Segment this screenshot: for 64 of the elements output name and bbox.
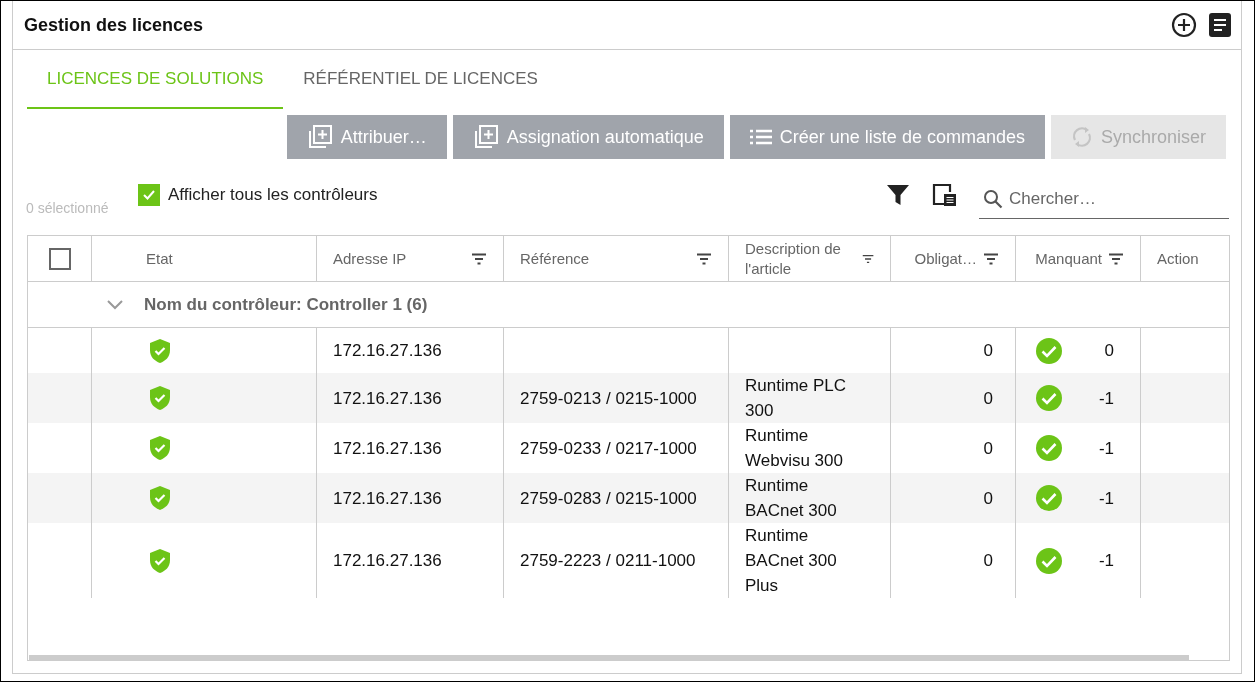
filter-lines-icon[interactable]: [983, 252, 999, 265]
table-cell-text: Runtime BACnet 300 Plus: [745, 525, 838, 597]
check-circle-icon: [1036, 337, 1062, 364]
horizontal-scrollbar[interactable]: [29, 655, 1189, 660]
table-cell-text: 2759-0233 / 0217-1000: [520, 437, 697, 460]
table-cell-text: 0: [983, 487, 993, 510]
selection-count: 0 sélectionné: [26, 199, 110, 216]
table-cell-text: Runtime BACnet 300: [745, 475, 838, 522]
table-cell-text: 2759-2223 / 0211-1000: [520, 550, 696, 572]
shield-check-icon: [150, 386, 170, 410]
table-cell-text: -1: [1098, 387, 1114, 410]
select-all-checkbox[interactable]: [48, 247, 71, 270]
sync-icon: [1070, 125, 1093, 149]
table-cell-text: 0: [983, 387, 993, 410]
column-header[interactable]: Etat: [146, 248, 173, 269]
search-icon: [983, 189, 1003, 209]
filter-lines-icon[interactable]: [471, 252, 487, 265]
column-header[interactable]: Obligat…: [914, 248, 977, 269]
shield-check-icon: [150, 548, 170, 573]
document-icon[interactable]: [1209, 13, 1231, 37]
table-cell-text: -1: [1098, 487, 1114, 510]
chevron-icon[interactable]: [107, 299, 123, 310]
table-cell-text: 172.16.27.136: [333, 550, 442, 572]
tab[interactable]: RÉFÉRENTIEL DE LICENCES: [283, 60, 558, 109]
filter-icon[interactable]: [887, 185, 909, 205]
add-icon[interactable]: [1171, 12, 1197, 38]
column-header[interactable]: Description de l'article: [745, 238, 856, 279]
shield-check-icon: [150, 486, 170, 510]
add-copy-icon: [306, 124, 333, 150]
check-circle-icon: [1036, 385, 1062, 411]
shield-check-icon: [150, 338, 170, 363]
check-circle-icon: [1036, 485, 1062, 511]
column-header[interactable]: Référence: [520, 248, 590, 269]
table-cell-text: -1: [1098, 550, 1114, 572]
table-cell-text: 0: [983, 437, 993, 460]
list-icon: [749, 129, 772, 145]
column-header[interactable]: Manquant: [1035, 248, 1102, 269]
table-cell-text: 172.16.27.136: [333, 387, 442, 410]
panel-title: Gestion des licences: [24, 14, 204, 36]
table-cell-text: Runtime PLC 300: [745, 375, 848, 422]
group-label: Nom du contrôleur: Controller 1 (6): [144, 294, 428, 315]
table-cell-text: Runtime Webvisu 300: [745, 425, 844, 472]
check-circle-icon: [1036, 547, 1062, 574]
filter-lines-icon[interactable]: [1108, 252, 1124, 265]
table-cell-text: 2759-0283 / 0215-1000: [520, 487, 697, 510]
checkbox[interactable]: [138, 184, 160, 206]
search-field[interactable]: Chercher…: [979, 179, 1229, 219]
table-cell-text: 0: [983, 550, 993, 572]
filter-lines-icon[interactable]: [861, 252, 874, 265]
add-copy-icon: [472, 124, 499, 150]
table-cell-text: 2759-0213 / 0215-1000: [520, 387, 697, 410]
table-cell-text: 172.16.27.136: [333, 437, 442, 460]
checkbox-label[interactable]: Afficher tous les contrôleurs: [168, 185, 378, 205]
shield-check-icon: [150, 436, 170, 460]
table-cell-text: 0: [983, 340, 993, 362]
filter-lines-icon[interactable]: [696, 252, 712, 265]
table-cell-text: 172.16.27.136: [333, 487, 442, 510]
column-header[interactable]: Adresse IP: [333, 248, 407, 269]
table-cell-text: 172.16.27.136: [333, 340, 442, 362]
columns-icon[interactable]: [931, 182, 957, 208]
table-cell-text: 0: [1104, 340, 1114, 362]
check-circle-icon: [1036, 435, 1062, 461]
table-cell-text: -1: [1098, 437, 1114, 460]
column-header[interactable]: Action: [1157, 248, 1199, 269]
